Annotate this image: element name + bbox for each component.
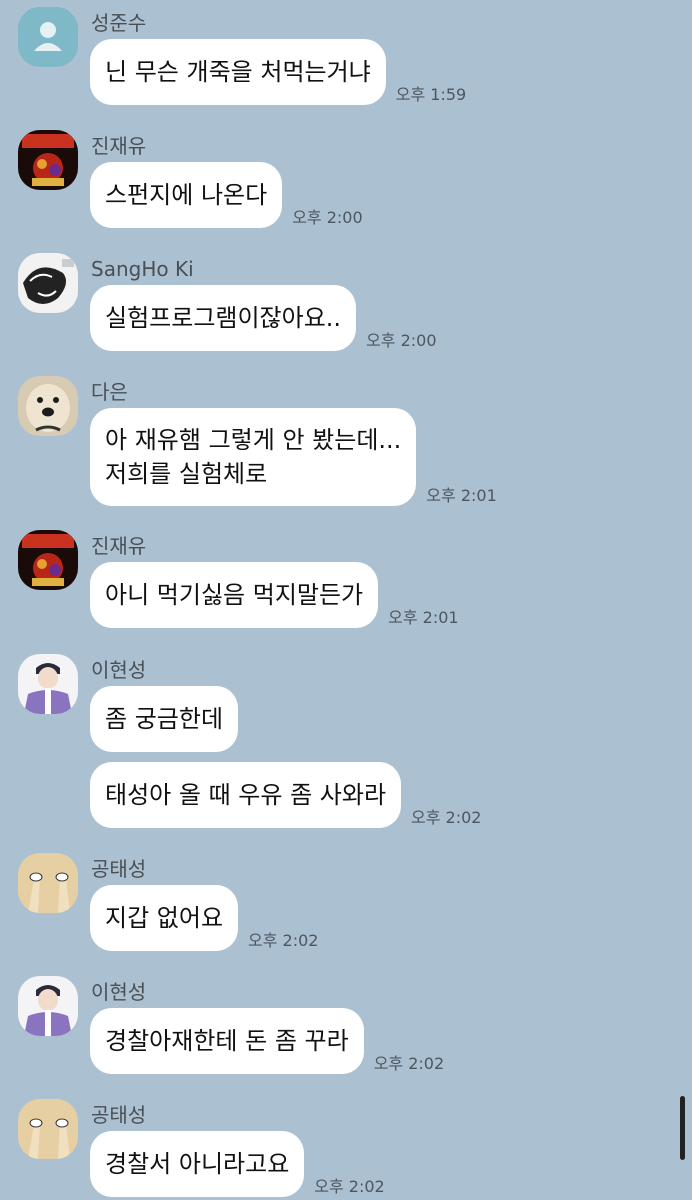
default-profile-icon	[18, 7, 78, 67]
message-bubble[interactable]: 지갑 없어요	[90, 885, 239, 951]
sender-name: 다은	[91, 380, 128, 404]
message-text: 경찰서 아니라고요	[105, 1150, 290, 1178]
message-text: 경찰아재한테 돈 좀 꾸라	[105, 1027, 349, 1055]
avatar[interactable]	[18, 853, 78, 913]
message-text: 아니 먹기싫음 먹지말든가	[105, 581, 364, 609]
message-bubble[interactable]: 스펀지에 나온다	[90, 162, 283, 228]
message-text: 태성아 올 때 우유 좀 사와라	[105, 781, 387, 809]
sender-name: 성준수	[91, 11, 147, 35]
scrollbar[interactable]	[680, 1096, 685, 1160]
sender-name: 공태성	[91, 857, 147, 881]
message-bubble[interactable]: 아 재유햄 그렇게 안 봤는데... 저희를 실험체로	[90, 408, 417, 506]
avatar[interactable]	[18, 376, 78, 436]
acdc-album-icon	[18, 530, 78, 590]
message-time: 오후 2:02	[373, 1054, 445, 1073]
sender-name: 이현성	[91, 658, 147, 682]
avatar[interactable]	[18, 976, 78, 1036]
avatar[interactable]	[18, 530, 78, 590]
message-time: 오후 2:01	[388, 608, 459, 627]
message-text: 스펀지에 나온다	[105, 181, 268, 209]
sketch-portrait-icon	[18, 253, 78, 313]
message-text: 실험프로그램이잖아요..	[105, 304, 342, 332]
anime-character-icon	[18, 976, 78, 1036]
avatar[interactable]	[18, 1099, 78, 1159]
message-text: 아 재유햄 그렇게 안 봤는데...	[105, 426, 402, 454]
message-bubble[interactable]: 경찰서 아니라고요	[90, 1131, 305, 1197]
anime-character-icon	[18, 654, 78, 714]
acdc-album-icon	[18, 130, 78, 190]
message-text: 저희를 실험체로	[105, 460, 268, 488]
message-bubble[interactable]: 좀 궁금한데	[90, 686, 239, 752]
dog-photo-icon	[18, 376, 78, 436]
message-time: 오후 2:00	[366, 331, 437, 350]
sender-name: 이현성	[91, 980, 147, 1004]
message-time: 오후 2:02	[314, 1177, 385, 1196]
avatar[interactable]	[18, 654, 78, 714]
message-time: 오후 2:00	[292, 208, 363, 227]
message-bubble[interactable]: 경찰아재한테 돈 좀 꾸라	[90, 1008, 364, 1074]
message-time: 오후 2:02	[411, 808, 482, 827]
message-time: 오후 1:59	[395, 85, 467, 104]
message-bubble[interactable]: 태성아 올 때 우유 좀 사와라	[90, 762, 402, 828]
message-bubble[interactable]: 아니 먹기싫음 먹지말든가	[90, 562, 379, 628]
sender-name: 진재유	[91, 134, 147, 158]
message-time: 오후 2:02	[248, 931, 319, 950]
message-bubble[interactable]: 실험프로그램이잖아요..	[90, 285, 357, 351]
chat-room[interactable]: 성준수 닌 무슨 개죽을 처먹는거냐 오후 1:59 진재유 스펀지에 나온다	[0, 0, 692, 1200]
message-time: 오후 2:01	[426, 486, 497, 505]
sender-name: 진재유	[91, 534, 147, 558]
message-text: 지갑 없어요	[105, 904, 224, 932]
avatar[interactable]	[18, 7, 78, 67]
message-bubble[interactable]: 닌 무슨 개죽을 처먹는거냐	[90, 39, 386, 105]
message-text: 좀 궁금한데	[105, 705, 224, 733]
shoes-photo-icon	[18, 1099, 78, 1159]
shoes-photo-icon	[18, 853, 78, 913]
sender-name: SangHo Ki	[91, 257, 194, 281]
avatar[interactable]	[18, 253, 78, 313]
avatar[interactable]	[18, 130, 78, 190]
message-text: 닌 무슨 개죽을 처먹는거냐	[105, 58, 371, 86]
sender-name: 공태성	[91, 1103, 147, 1127]
